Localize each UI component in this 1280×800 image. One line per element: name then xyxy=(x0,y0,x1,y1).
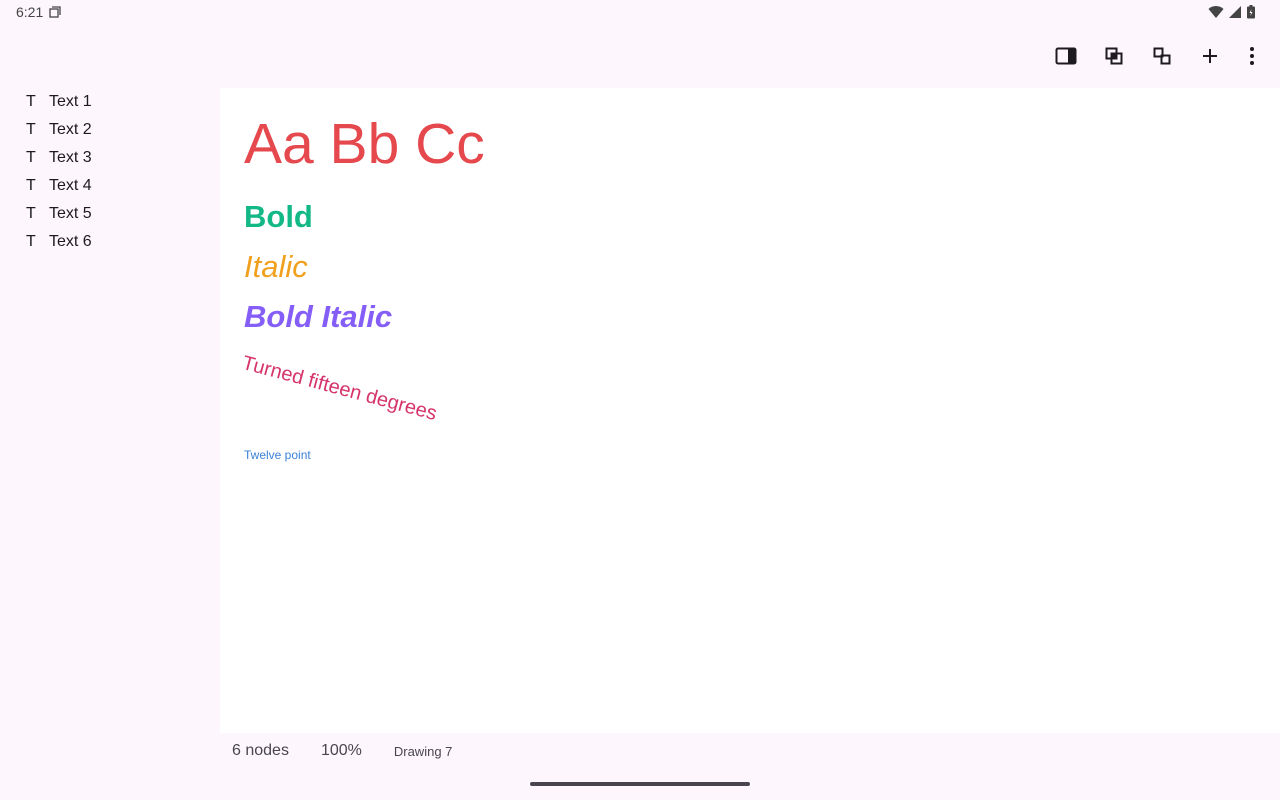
sidebar-item-text-5[interactable]: T Text 5 xyxy=(0,200,220,228)
wifi-icon xyxy=(1208,6,1224,19)
sidebar-item-text-6[interactable]: T Text 6 xyxy=(0,228,220,256)
send-backward-button[interactable] xyxy=(1142,36,1182,76)
status-time: 6:21 xyxy=(16,4,44,20)
sidebar-item-text-3[interactable]: T Text 3 xyxy=(0,144,220,172)
canvas-text-6[interactable]: Twelve point xyxy=(244,447,311,463)
side-panel-icon xyxy=(1055,47,1077,65)
add-button[interactable] xyxy=(1190,36,1230,76)
add-icon xyxy=(1203,49,1217,63)
sidebar-item-label: Text 1 xyxy=(49,93,92,110)
layers-sidebar: T Text 1 T Text 2 T Text 3 T Text 4 T Te… xyxy=(0,88,220,733)
signal-icon xyxy=(1229,6,1241,18)
sidebar-item-label: Text 3 xyxy=(49,149,92,166)
sidebar-item-label: Text 2 xyxy=(49,121,92,138)
drawing-name: Drawing 7 xyxy=(393,743,453,759)
more-vert-icon xyxy=(1250,47,1254,65)
text-layer-icon: T xyxy=(26,205,36,222)
notification-icon xyxy=(49,6,61,18)
sidebar-item-text-1[interactable]: T Text 1 xyxy=(0,88,220,116)
canvas-footer: 6 nodes 100% Drawing 7 xyxy=(220,733,1280,769)
sidebar-item-label: Text 6 xyxy=(49,233,92,250)
canvas-text-2[interactable]: Bold xyxy=(244,198,313,236)
sidebar-item-text-2[interactable]: T Text 2 xyxy=(0,116,220,144)
battery-icon xyxy=(1247,5,1255,19)
text-layer-icon: T xyxy=(26,233,36,250)
status-icons xyxy=(1208,4,1256,20)
sidebar-item-label: Text 4 xyxy=(49,177,92,194)
sidebar-item-label: Text 5 xyxy=(49,205,92,222)
sidebar-item-text-4[interactable]: T Text 4 xyxy=(0,172,220,200)
text-layer-icon: T xyxy=(26,149,36,166)
side-panel-button[interactable] xyxy=(1046,36,1086,76)
gesture-navigation-bar[interactable] xyxy=(530,782,750,786)
canvas-text-3[interactable]: Italic xyxy=(244,248,308,286)
canvas-text-1[interactable]: Aa Bb Cc xyxy=(244,112,485,176)
drawing-canvas[interactable]: Aa Bb Cc Bold Italic Bold Italic Turned … xyxy=(220,88,1280,733)
text-layer-icon: T xyxy=(26,93,36,110)
more-options-button[interactable] xyxy=(1238,36,1266,76)
text-layer-icon: T xyxy=(26,177,36,194)
node-count: 6 nodes xyxy=(232,742,289,759)
bring-forward-button[interactable] xyxy=(1094,36,1134,76)
bring-forward-icon xyxy=(1105,47,1123,65)
canvas-text-4[interactable]: Bold Italic xyxy=(244,298,392,336)
status-bar: 6:21 xyxy=(0,0,1280,24)
text-layer-icon: T xyxy=(26,121,36,138)
send-backward-icon xyxy=(1153,47,1171,65)
top-toolbar xyxy=(1046,36,1266,76)
zoom-level: 100% xyxy=(320,742,362,759)
canvas-text-5[interactable]: Turned fifteen degrees xyxy=(239,350,439,427)
